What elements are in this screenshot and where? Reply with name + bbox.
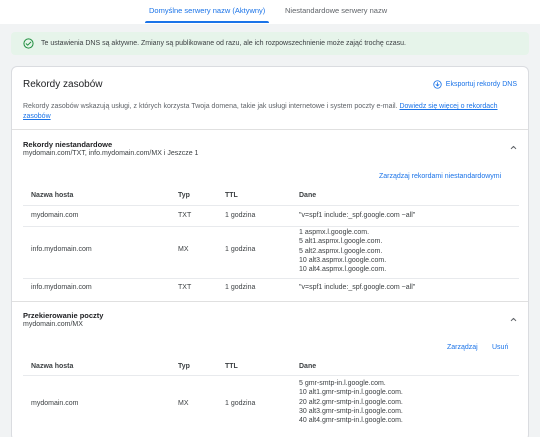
mx-value: 5 alt1.aspmx.l.google.com. [299,238,383,246]
table-row: mydomain.com MX 1 godzina 5 gmr-smtp-in.… [23,375,519,433]
check-circle-icon [23,38,34,49]
type-cell: MX [178,400,189,407]
column-header-type: Typ [178,363,190,370]
host-cell: info.mydomain.com [31,284,92,291]
mx-value: 10 alt3.aspmx.l.google.com. [299,256,387,264]
mx-value: 20 alt2.gmr-smtp-in.l.google.com. [299,398,403,406]
table-row: info.mydomain.com MX 1 godzina 1 aspmx.l… [23,226,519,278]
ttl-cell: 1 godzina [225,400,256,407]
card-description: Rekordy zasobów wskazują usługi, z który… [23,102,498,122]
column-header-data: Dane [299,363,317,370]
delete-forwarding-link[interactable]: Usuń [492,344,508,351]
chevron-up-icon[interactable] [509,143,518,152]
type-cell: TXT [178,212,192,219]
column-header-type: Typ [178,192,190,199]
resource-records-card: Rekordy zasobów Eksportuj rekordy DNS Re… [11,66,529,437]
data-cell: "v=spf1 include:_spf.google.com ~all" [299,212,416,219]
column-header-ttl: TTL [225,192,238,199]
host-cell: info.mydomain.com [31,246,92,253]
description-text: Rekordy zasobów wskazują usługi, z który… [23,103,398,110]
table-row: mydomain.com TXT 1 godzina "v=spf1 inclu… [23,205,519,226]
column-header-host: Nazwa hosta [31,363,74,370]
type-cell: TXT [178,284,192,291]
manage-forwarding-link[interactable]: Zarządzaj [447,344,478,351]
ttl-cell: 1 godzina [225,284,256,291]
table-row: info.mydomain.com TXT 1 godzina "v=spf1 … [23,278,519,299]
mx-value: 5 alt2.aspmx.l.google.com. [299,247,383,255]
card-title: Rekordy zasobów [23,79,103,90]
mx-value: 10 alt1.gmr-smtp-in.l.google.com. [299,389,403,397]
mail-forwarding-subtitle: mydomain.com/MX [23,321,83,328]
export-icon [433,79,442,89]
ttl-cell: 1 godzina [225,246,256,253]
active-tab-indicator [145,21,269,23]
data-cell: 5 gmr-smtp-in.l.google.com. 10 alt1.gmr-… [299,379,403,425]
type-cell: MX [178,246,189,253]
mx-value: 10 alt4.aspmx.l.google.com. [299,266,387,274]
custom-records-title: Rekordy niestandardowe [23,140,113,149]
mx-value: 1 aspmx.l.google.com. [299,229,370,236]
mx-value: 5 gmr-smtp-in.l.google.com. [299,380,386,387]
tab-bar: Domyślne serwery nazw (Aktywny) Niestand… [0,0,540,24]
banner-text: Te ustawienia DNS są aktywne. Zmiany są … [41,39,406,47]
ttl-cell: 1 godzina [225,212,256,219]
mail-forwarding-title: Przekierowanie poczty [23,311,104,320]
export-label: Eksportuj rekordy DNS [445,80,517,88]
tab-custom-nameservers[interactable]: Niestandardowe serwery nazw [285,6,387,15]
export-dns-button[interactable]: Eksportuj rekordy DNS [433,78,517,90]
mx-value: 30 alt3.gmr-smtp-in.l.google.com. [299,407,403,415]
tab-default-nameservers[interactable]: Domyślne serwery nazw (Aktywny) [149,6,265,15]
host-cell: mydomain.com [31,212,79,219]
column-header-ttl: TTL [225,363,238,370]
mx-value: 40 alt4.gmr-smtp-in.l.google.com. [299,417,403,425]
column-header-host: Nazwa hosta [31,192,74,199]
section-divider [12,301,528,302]
chevron-up-icon[interactable] [509,315,518,324]
status-banner: Te ustawienia DNS są aktywne. Zmiany są … [11,32,529,55]
manage-custom-records-link[interactable]: Zarządzaj rekordami niestandardowymi [379,173,501,180]
column-header-data: Dane [299,192,317,199]
data-cell: 1 aspmx.l.google.com. 5 alt1.aspmx.l.goo… [299,228,386,274]
section-divider [12,129,528,130]
custom-records-subtitle: mydomain.com/TXT, info.mydomain.com/MX i… [23,150,199,157]
host-cell: mydomain.com [31,400,79,407]
data-cell: "v=spf1 include:_spf.google.com ~all" [299,284,416,291]
